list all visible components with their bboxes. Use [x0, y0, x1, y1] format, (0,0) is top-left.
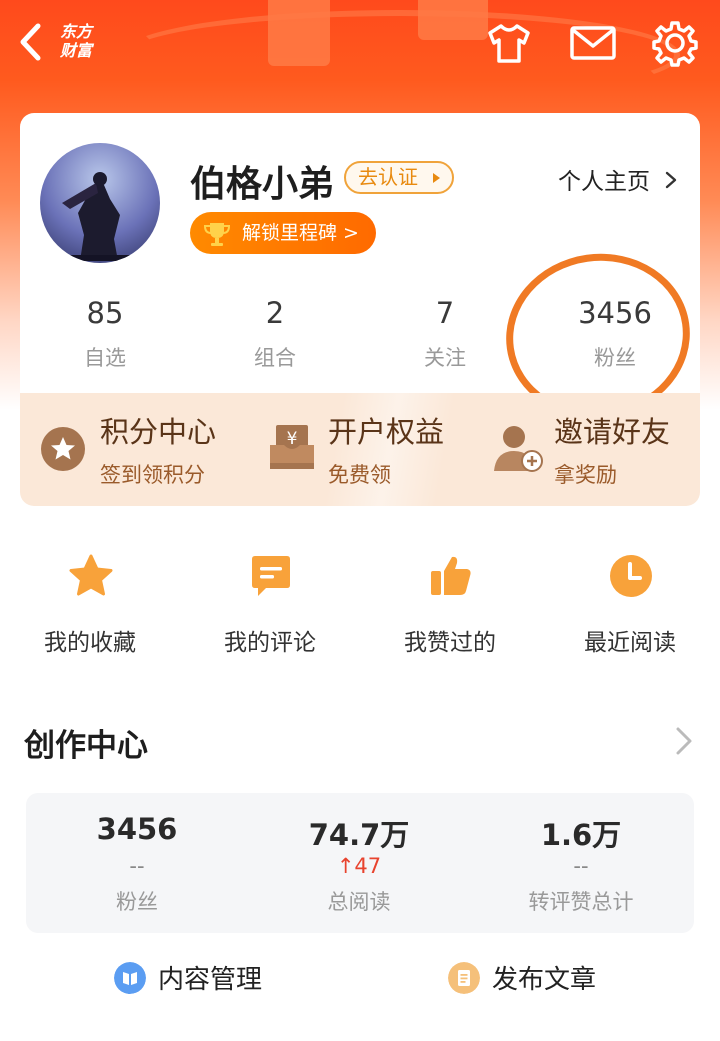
quick-action-label: 我的收藏 [44, 630, 136, 656]
creation-stat-delta: -- [129, 854, 145, 878]
homepage-link[interactable]: 个人主页 [558, 162, 679, 196]
chevron-right-icon [666, 171, 677, 189]
promo-title: 开户权益 [328, 415, 445, 449]
promo-subtitle: 免费领 [328, 463, 391, 487]
logo-line-1: 东方 [60, 22, 93, 41]
creation-center-title: 创作中心 [24, 728, 148, 764]
recent-reading-button[interactable]: 最近阅读 [560, 553, 700, 663]
stat-portfolio[interactable]: 2 组合 [215, 296, 335, 372]
promo-title: 邀请好友 [554, 415, 671, 449]
publish-article-icon [448, 962, 480, 994]
creation-stat-engagement[interactable]: 1.6万 -- 转评赞总计 [481, 812, 681, 916]
thumbs-up-icon [431, 556, 471, 595]
stat-value: 85 [86, 296, 124, 330]
quick-action-label: 最近阅读 [584, 630, 676, 656]
chevron-left-icon [20, 23, 41, 61]
gear-icon [652, 21, 698, 67]
my-likes-button[interactable]: 我赞过的 [380, 553, 520, 663]
milestone-label: 解锁里程碑 > [242, 222, 359, 244]
creation-stat-label: 粉丝 [116, 890, 158, 914]
homepage-label: 个人主页 [558, 169, 650, 195]
creation-stat-value: 74.7万 [308, 818, 410, 852]
play-triangle-icon [433, 173, 440, 183]
stat-following[interactable]: 7 关注 [385, 296, 505, 372]
yen-box-icon: ¥ [270, 425, 314, 469]
creation-stat-delta: ↑47 [336, 854, 382, 878]
tshirt-icon [488, 24, 530, 63]
my-favorites-button[interactable]: 我的收藏 [20, 553, 160, 663]
creation-stat-value: 1.6万 [540, 818, 622, 852]
content-manage-label: 内容管理 [158, 965, 263, 995]
verify-button[interactable]: 去认证 [344, 161, 454, 194]
publish-article-button[interactable]: 发布文章 [448, 958, 618, 998]
stat-label: 自选 [84, 346, 126, 370]
creation-stat-value: 3456 [96, 812, 178, 846]
points-center-item[interactable]: 积分中心 签到领积分 [40, 393, 240, 506]
mail-icon [570, 26, 616, 60]
promo-title: 积分中心 [100, 415, 217, 449]
creation-stat-label: 转评赞总计 [528, 890, 634, 914]
theme-button[interactable] [484, 18, 534, 68]
top-navigation-bar: 东方 财富 [0, 0, 720, 90]
stat-watchlist[interactable]: 85 自选 [45, 296, 165, 372]
quick-action-label: 我的评论 [224, 630, 316, 656]
comment-icon [252, 556, 290, 596]
chevron-right-icon [676, 727, 692, 755]
add-user-icon [494, 426, 543, 472]
account-benefits-item[interactable]: ¥ 开户权益 免费领 [268, 393, 468, 506]
promo-banner: 积分中心 签到领积分 ¥ 开户权益 免费领 邀请好友 拿奖励 [20, 393, 700, 506]
message-button[interactable] [568, 18, 618, 68]
creation-stat-label: 总阅读 [327, 890, 391, 914]
stat-label: 组合 [254, 346, 296, 370]
back-button[interactable] [14, 22, 48, 62]
verify-label: 去认证 [358, 165, 418, 189]
milestone-button[interactable]: 解锁里程碑 > [190, 212, 376, 254]
invite-friends-item[interactable]: 邀请好友 拿奖励 [492, 393, 700, 506]
avatar[interactable] [40, 143, 160, 263]
publish-article-label: 发布文章 [492, 965, 597, 995]
my-comments-button[interactable]: 我的评论 [200, 553, 340, 663]
quick-action-label: 我赞过的 [404, 630, 496, 656]
app-logo: 东方 财富 [60, 22, 92, 60]
trophy-icon [203, 223, 231, 246]
creation-stat-followers[interactable]: 3456 -- 粉丝 [37, 812, 237, 916]
promo-subtitle: 签到领积分 [100, 463, 205, 487]
avatar-image [62, 172, 136, 261]
svg-text:¥: ¥ [287, 429, 298, 449]
star-badge-icon [41, 427, 85, 471]
settings-button[interactable] [650, 18, 700, 68]
content-manage-button[interactable]: 内容管理 [114, 958, 284, 998]
star-icon [69, 554, 113, 596]
stat-value: 7 [435, 296, 455, 330]
clock-icon [610, 555, 652, 597]
creation-stat-total-reads[interactable]: 74.7万 ↑47 总阅读 [259, 812, 459, 916]
logo-line-2: 财富 [60, 41, 93, 60]
content-manage-icon [114, 962, 146, 994]
creation-center-more-button[interactable] [672, 724, 696, 758]
username: 伯格小弟 [190, 164, 335, 205]
creation-stat-delta: -- [573, 854, 589, 878]
promo-subtitle: 拿奖励 [554, 463, 617, 487]
stat-label: 关注 [424, 346, 466, 370]
stat-value: 2 [265, 296, 285, 330]
